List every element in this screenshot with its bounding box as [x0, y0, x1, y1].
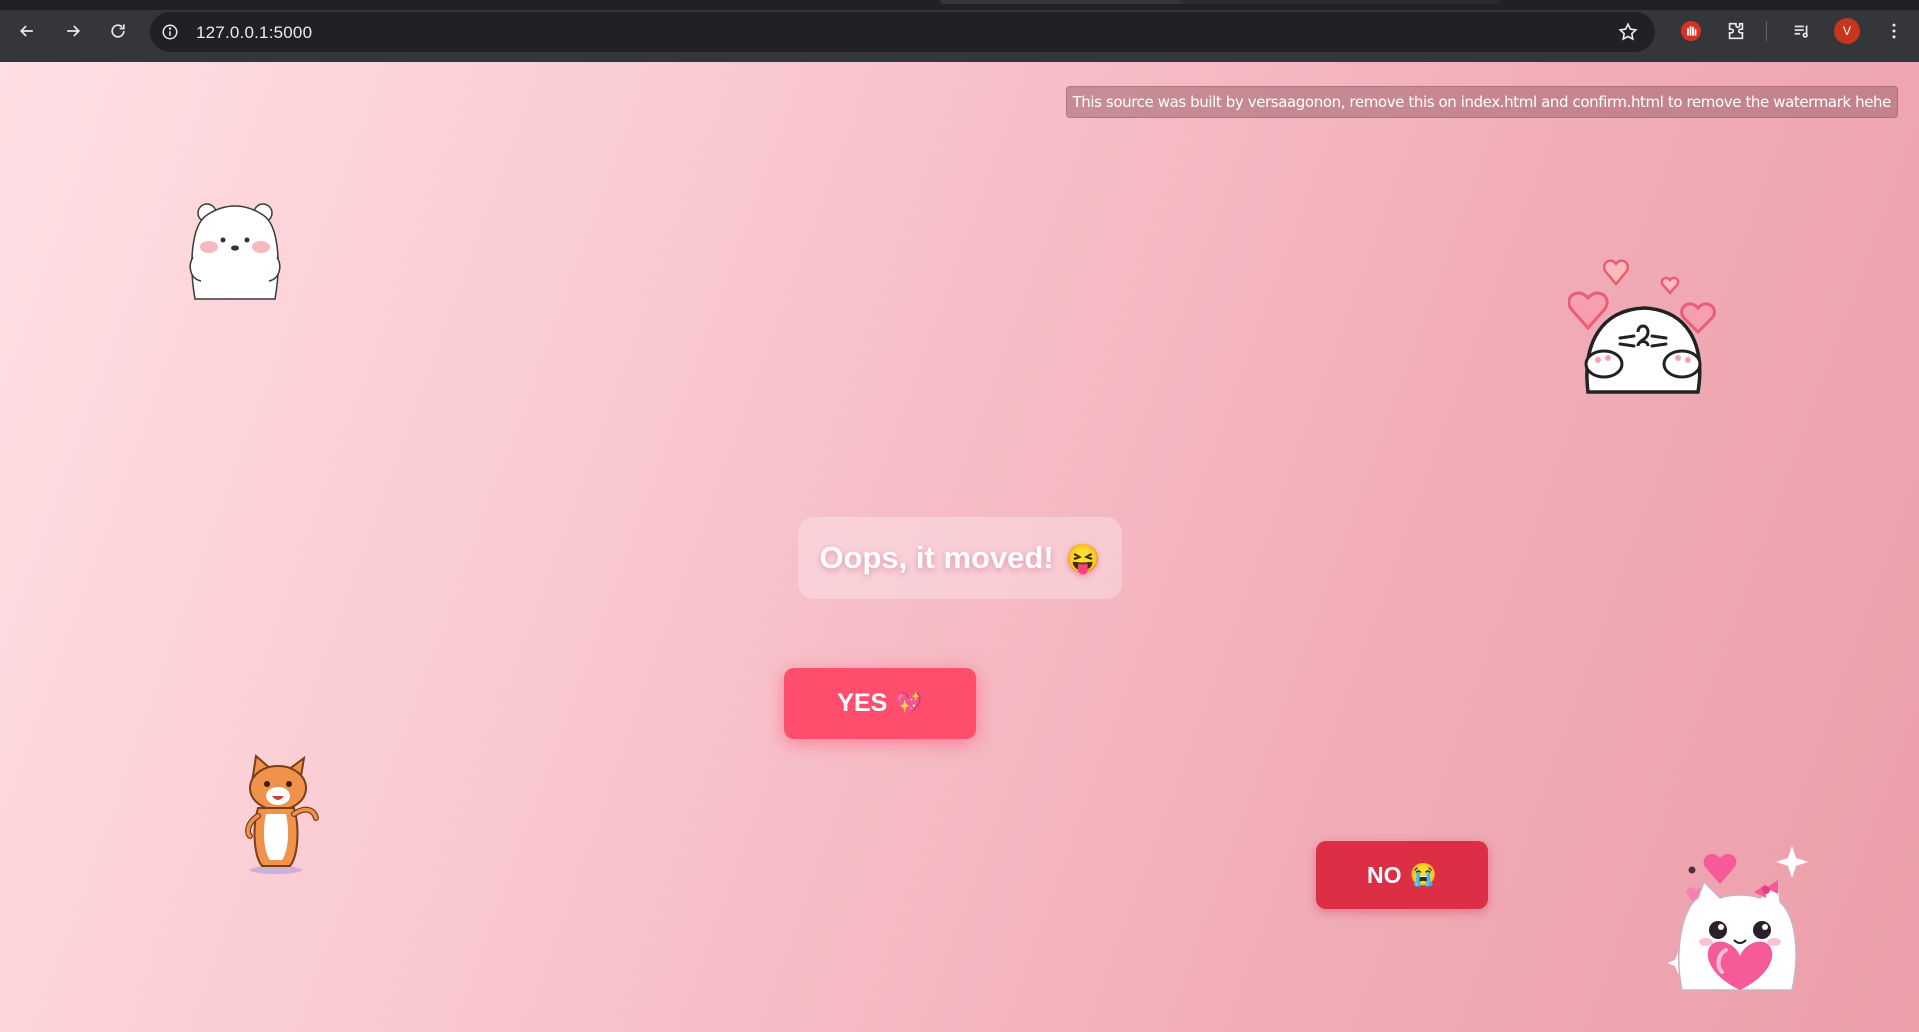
- browser-toolbar: 127.0.0.1:5000 V: [0, 0, 1919, 63]
- address-bar[interactable]: 127.0.0.1:5000: [150, 12, 1655, 52]
- crying-face-icon: 😭: [1409, 862, 1437, 887]
- site-info-icon[interactable]: [160, 22, 180, 42]
- extensions-puzzle-icon[interactable]: [1724, 19, 1748, 43]
- orange-cat-sticker: [245, 754, 319, 874]
- back-icon[interactable]: [10, 14, 44, 48]
- browser-tab[interactable]: [940, 0, 1190, 4]
- sparkling-heart-icon: 💖: [895, 690, 923, 716]
- moved-message-text: Oops, it moved!: [819, 540, 1054, 575]
- moved-message: Oops, it moved! 😝: [798, 517, 1122, 599]
- media-queue-icon[interactable]: [1790, 19, 1814, 43]
- browser-tab[interactable]: [1180, 0, 1500, 4]
- bookmark-star-icon[interactable]: [1617, 21, 1639, 43]
- yes-button-label: YES: [837, 689, 888, 717]
- heart-cat-sticker: [1568, 259, 1716, 394]
- kebab-menu-icon[interactable]: [1882, 18, 1906, 44]
- pink-bow-cat-sticker: [1668, 846, 1808, 991]
- white-bear-sticker: [189, 203, 281, 300]
- tab-strip: [0, 0, 1919, 10]
- page-viewport: This source was built by versaagonon, re…: [0, 62, 1919, 1032]
- reload-icon[interactable]: [101, 14, 135, 48]
- url-text[interactable]: 127.0.0.1:5000: [196, 23, 312, 43]
- yes-button[interactable]: YES 💖: [784, 668, 976, 739]
- no-button[interactable]: NO 😭: [1316, 841, 1488, 909]
- watermark-banner: This source was built by versaagonon, re…: [1065, 86, 1898, 118]
- stop-hand-extension-icon[interactable]: [1679, 19, 1703, 43]
- no-button-label: NO: [1367, 861, 1402, 888]
- toolbar-divider: [1766, 21, 1767, 41]
- forward-icon[interactable]: [56, 14, 90, 48]
- tongue-face-icon: 😝: [1065, 542, 1101, 574]
- profile-avatar[interactable]: V: [1834, 18, 1860, 44]
